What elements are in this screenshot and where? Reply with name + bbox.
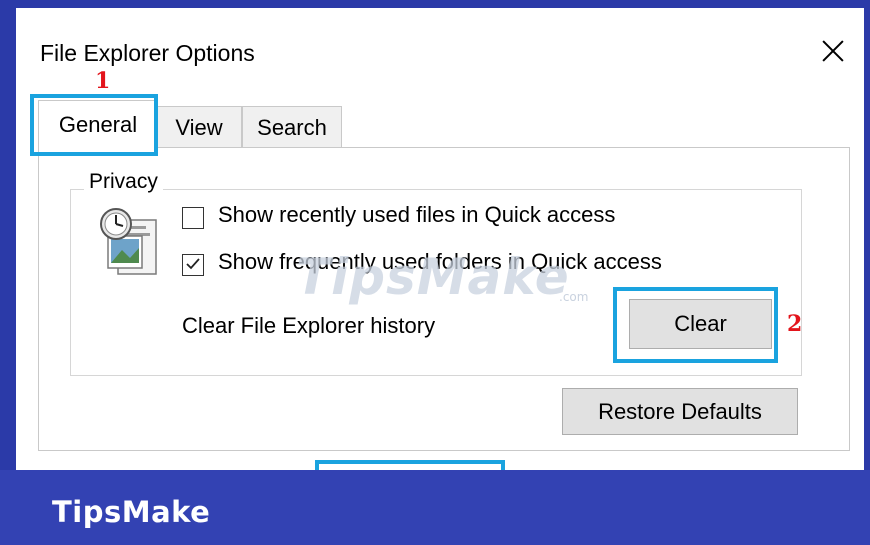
outer-frame-right [864,0,870,545]
watermark-text: TipsMake [296,248,570,306]
step-number-1: 1 [95,68,111,94]
checkmark-icon [186,258,200,270]
brand-name: TipsMake [52,495,211,529]
show-recent-files-checkbox[interactable] [182,207,204,229]
close-icon[interactable] [816,34,850,68]
dialog-title: File Explorer Options [40,40,255,66]
clear-button[interactable]: Clear [629,299,772,349]
tab-search[interactable]: Search [242,106,342,148]
folder-options-icon [100,208,157,275]
clear-history-label: Clear File Explorer history [182,313,436,338]
privacy-group-label: Privacy [84,170,163,194]
outer-frame-top [0,0,870,8]
show-recent-files-label: Show recently used files in Quick access [218,202,616,227]
show-frequent-folders-checkbox[interactable] [182,254,204,276]
file-explorer-options-dialog: File Explorer Options 1 View Search Gene… [16,8,864,490]
tab-highlight-box [30,94,158,156]
tab-view[interactable]: View [156,106,242,148]
outer-frame-left [0,0,16,545]
step-number-2: 2 [787,311,803,337]
restore-defaults-button[interactable]: Restore Defaults [562,388,798,435]
watermark-domain: .com [559,290,589,304]
